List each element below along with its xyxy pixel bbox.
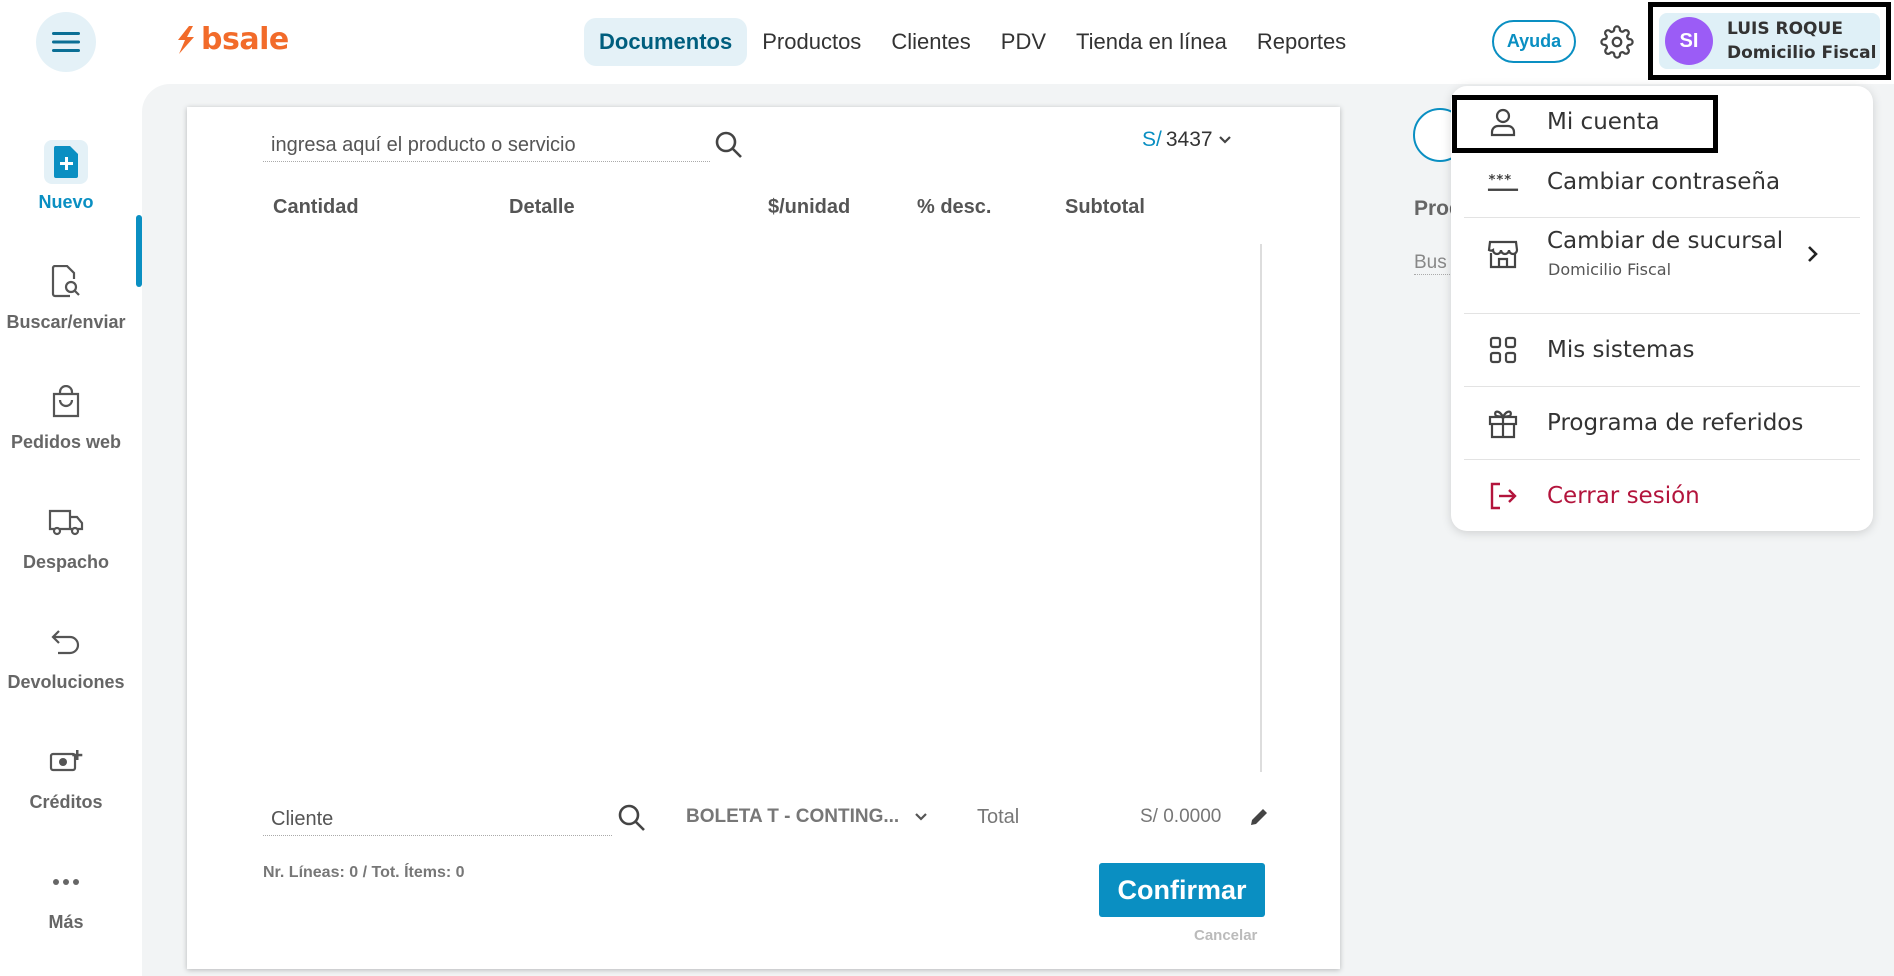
- column-header-discount: % desc.: [917, 196, 992, 218]
- new-document-icon: [44, 139, 88, 184]
- sidebar: Nuevo Buscar/enviar Pedidos web Despacho…: [0, 84, 142, 976]
- document-type-select[interactable]: BOLETA T - CONTING...: [686, 806, 929, 828]
- search-icon[interactable]: [714, 130, 744, 160]
- svg-text:***: ***: [1488, 173, 1512, 188]
- top-bar: bsale Documentos Productos Clientes PDV …: [0, 0, 1894, 84]
- menu-item-label: Mis sistemas: [1547, 337, 1695, 363]
- price-list-number: 3437: [1165, 128, 1213, 151]
- menu-item-label: Cambiar contraseña: [1547, 169, 1781, 195]
- store-icon: [1487, 238, 1519, 270]
- menu-button[interactable]: [36, 12, 96, 72]
- confirm-button[interactable]: Confirmar: [1099, 863, 1265, 917]
- nav-reportes[interactable]: Reportes: [1242, 18, 1361, 66]
- gear-icon: [1600, 25, 1634, 59]
- total-label: Total: [977, 806, 1020, 828]
- document-type-value: BOLETA T - CONTING...: [686, 806, 900, 827]
- sidebar-item-label: Buscar/enviar: [6, 311, 126, 332]
- user-branch: Domicilio Fiscal: [1727, 43, 1877, 63]
- sidebar-item-mas[interactable]: Más: [0, 846, 132, 946]
- password-icon: ***: [1487, 166, 1519, 198]
- document-search-icon: [44, 260, 88, 304]
- mi-cuenta-highlight: [1452, 95, 1718, 153]
- bsale-logo-icon: [178, 25, 194, 54]
- grid-icon: [1487, 334, 1519, 366]
- column-header-detalle: Detalle: [509, 196, 575, 218]
- settings-button[interactable]: [1600, 25, 1634, 59]
- user-menu-highlight: SI LUIS ROQUE Domicilio Fiscal: [1648, 2, 1891, 80]
- column-header-unit-price: $/unidad: [768, 196, 851, 218]
- sidebar-item-devoluciones[interactable]: Devoluciones: [0, 606, 132, 706]
- sidebar-item-label: Pedidos web: [10, 431, 122, 452]
- truck-icon: [44, 500, 88, 544]
- client-search-input[interactable]: Cliente: [263, 802, 612, 836]
- menu-item-label: Programa de referidos: [1547, 410, 1804, 436]
- nav-clientes[interactable]: Clientes: [876, 18, 985, 66]
- more-dots-icon: [44, 860, 88, 904]
- menu-item-cerrar-sesion[interactable]: Cerrar sesión: [1451, 460, 1873, 532]
- menu-item-programa-referidos[interactable]: Programa de referidos: [1451, 387, 1873, 459]
- shopping-bag-icon: [44, 380, 88, 424]
- user-menu-button[interactable]: SI LUIS ROQUE Domicilio Fiscal: [1659, 13, 1880, 69]
- chevron-down-icon: [1218, 136, 1231, 144]
- sidebar-item-label: Más: [48, 911, 84, 932]
- nav-tienda-en-linea[interactable]: Tienda en línea: [1061, 18, 1242, 66]
- avatar: SI: [1665, 17, 1713, 65]
- menu-item-label: Cerrar sesión: [1547, 483, 1700, 509]
- pencil-icon[interactable]: [1248, 806, 1270, 828]
- menu-item-cambiar-contrasena[interactable]: *** Cambiar contraseña: [1451, 146, 1873, 218]
- sidebar-item-label: Nuevo: [38, 191, 94, 212]
- scrollbar-track[interactable]: [1260, 244, 1262, 772]
- nav-pdv[interactable]: PDV: [986, 18, 1061, 66]
- nav-documentos[interactable]: Documentos: [584, 18, 748, 66]
- chevron-right-icon: [1808, 246, 1818, 262]
- column-header-subtotal: Subtotal: [1065, 196, 1145, 218]
- money-plus-icon: [44, 740, 88, 784]
- sidebar-item-creditos[interactable]: Créditos: [0, 726, 132, 826]
- menu-item-mis-sistemas[interactable]: Mis sistemas: [1451, 314, 1873, 386]
- product-search-input[interactable]: ingresa aquí el producto o servicio: [263, 128, 710, 162]
- menu-item-sublabel: Domicilio Fiscal: [1548, 260, 1672, 279]
- price-list-currency: S/: [1142, 128, 1162, 151]
- menu-item-label: Cambiar de sucursal: [1547, 228, 1784, 254]
- sidebar-item-nuevo[interactable]: Nuevo: [0, 126, 132, 226]
- menu-item-cambiar-sucursal[interactable]: Cambiar de sucursal Domicilio Fiscal: [1451, 218, 1873, 290]
- sidebar-item-label: Devoluciones: [7, 671, 125, 692]
- price-list-selector[interactable]: S/ 3437: [1142, 128, 1233, 152]
- cancel-link[interactable]: Cancelar: [1194, 927, 1257, 944]
- total-value: S/ 0.0000: [1140, 806, 1222, 827]
- nav-productos[interactable]: Productos: [747, 18, 876, 66]
- document-card: [187, 107, 1340, 969]
- sidebar-item-despacho[interactable]: Despacho: [0, 486, 132, 586]
- user-name: LUIS ROQUE: [1727, 19, 1843, 39]
- user-info: LUIS ROQUE Domicilio Fiscal: [1727, 17, 1876, 65]
- help-button[interactable]: Ayuda: [1492, 20, 1576, 63]
- main-nav: Documentos Productos Clientes PDV Tienda…: [584, 18, 1361, 66]
- sidebar-item-buscar-enviar[interactable]: Buscar/enviar: [0, 246, 132, 346]
- lines-info: Nr. Líneas: 0 / Tot. Ítems: 0: [263, 864, 465, 881]
- sidebar-item-pedidos-web[interactable]: Pedidos web: [0, 366, 132, 466]
- hamburger-icon: [52, 32, 80, 52]
- column-header-cantidad: Cantidad: [273, 196, 359, 218]
- chevron-down-icon: [915, 813, 927, 821]
- logo-text: bsale: [201, 22, 289, 57]
- bsale-logo[interactable]: bsale: [175, 22, 289, 57]
- sidebar-item-label: Despacho: [22, 551, 110, 572]
- right-panel-search-input[interactable]: Bus: [1414, 252, 1454, 275]
- search-icon[interactable]: [617, 803, 647, 833]
- sidebar-item-label: Créditos: [29, 791, 103, 812]
- logout-icon: [1487, 480, 1519, 512]
- gift-icon: [1487, 407, 1519, 439]
- undo-arrow-icon: [44, 620, 88, 664]
